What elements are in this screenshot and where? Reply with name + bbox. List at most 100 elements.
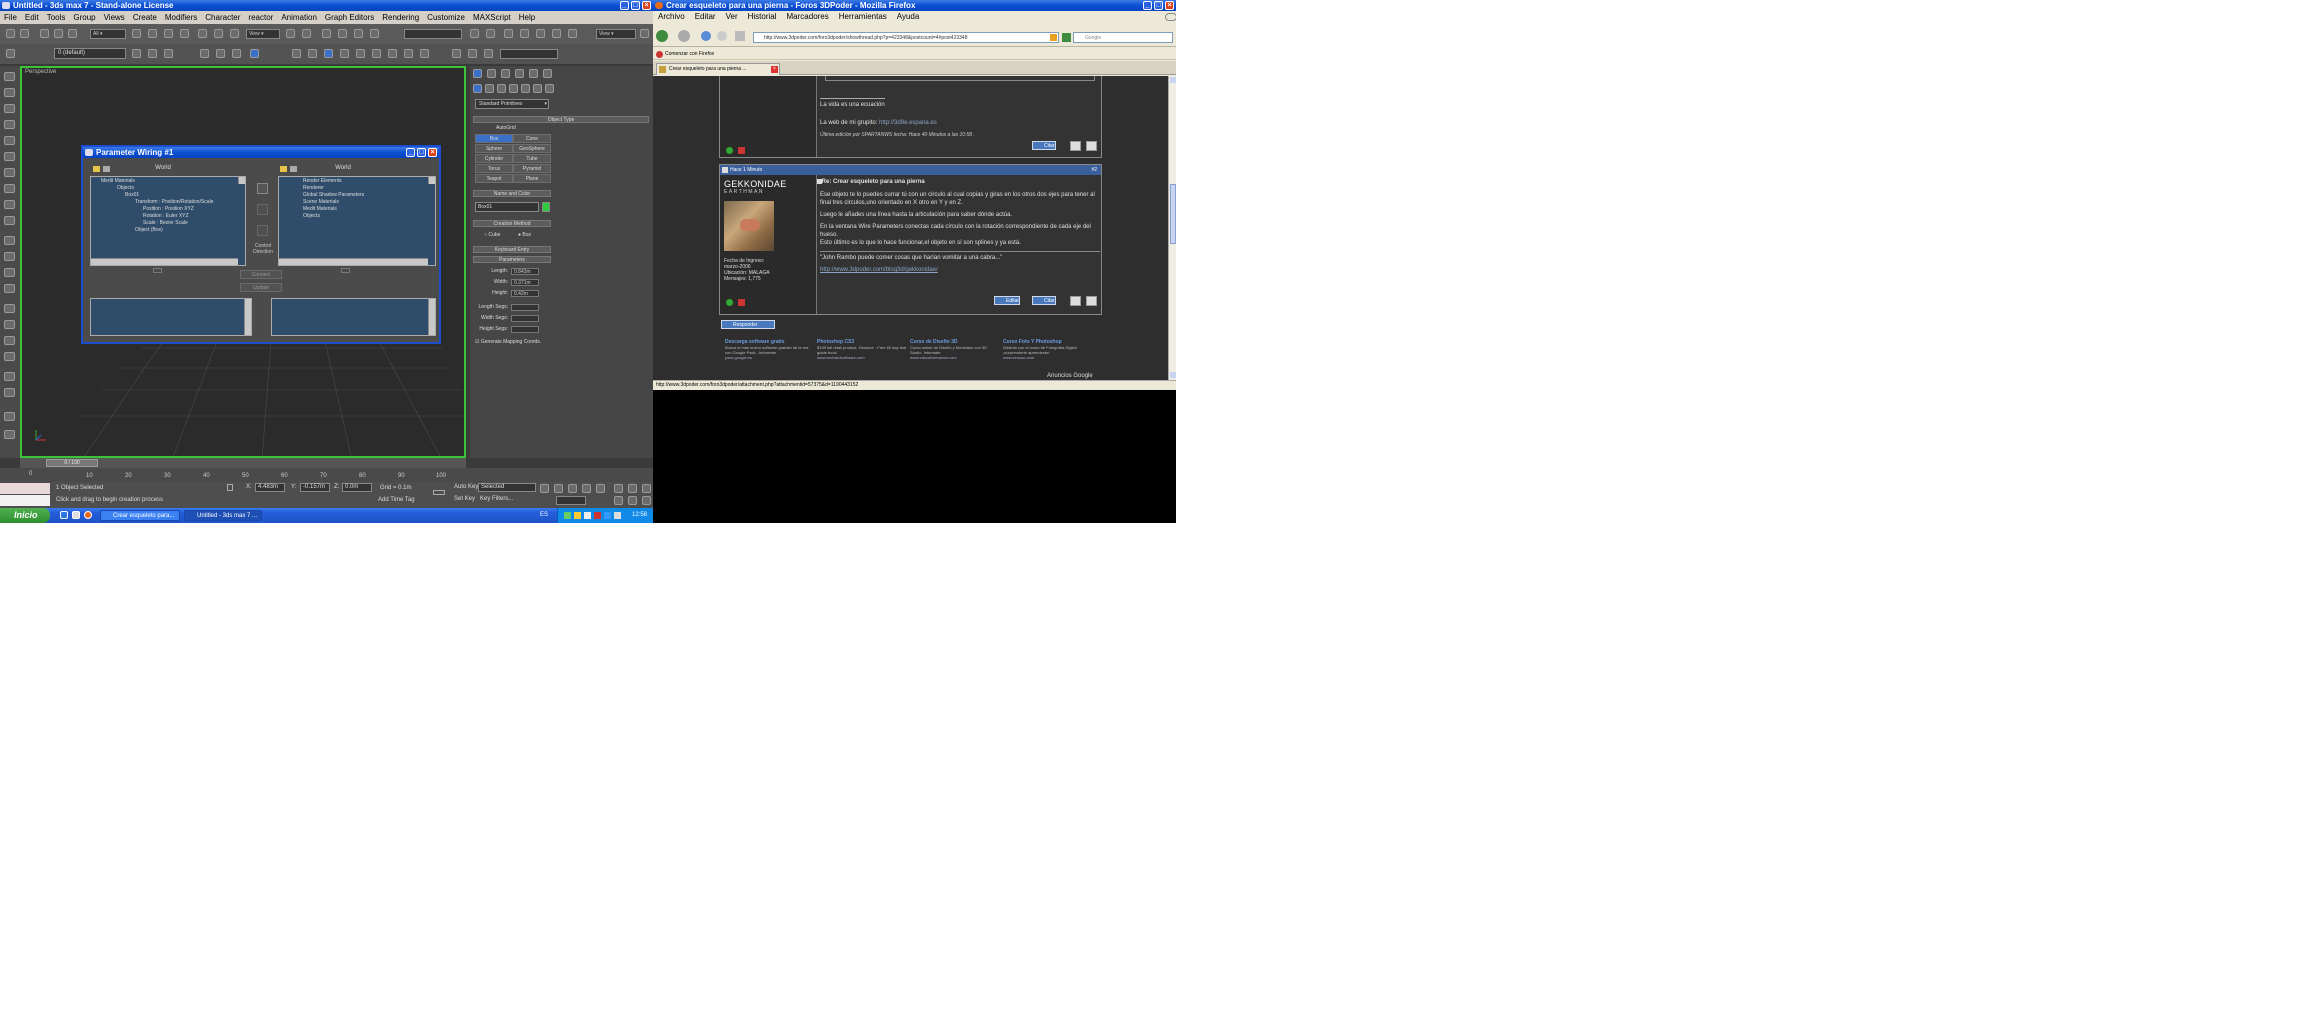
web-link[interactable]: http://3d9e.espana.es (879, 120, 937, 126)
multiquote-icon[interactable] (1070, 141, 1081, 151)
scroll-down-icon[interactable] (1170, 372, 1176, 378)
object-name-field[interactable]: Box01 (475, 202, 539, 212)
menu-views[interactable]: Views (100, 11, 129, 22)
category-dropdown[interactable]: Standard Primitives ▾ (475, 99, 549, 109)
menu-editar[interactable]: Editar (690, 11, 721, 22)
home-icon[interactable] (735, 31, 745, 41)
menu-historial[interactable]: Historial (743, 11, 782, 22)
x-coord-field[interactable]: 4.483m (255, 483, 285, 492)
select-scale-icon[interactable] (230, 29, 239, 38)
left-folder-icon[interactable] (93, 166, 100, 172)
user-avatar[interactable] (724, 201, 774, 251)
ad-url[interactable]: www.educaformacion.com (910, 355, 957, 360)
geometry-icon[interactable] (473, 84, 482, 93)
ad-url[interactable]: pack.google.es (725, 355, 752, 360)
rss-icon[interactable] (1050, 34, 1057, 41)
render-type-dropdown[interactable]: View ▾ (596, 29, 636, 39)
close-icon[interactable]: × (642, 1, 651, 10)
pw-close-icon[interactable]: × (428, 148, 437, 157)
tree-item[interactable]: Box01 (95, 192, 245, 199)
name-color-rollout[interactable]: Name and Color (473, 190, 551, 197)
start-button[interactable]: Inicio (0, 508, 50, 523)
modify-tab-icon[interactable] (487, 69, 496, 78)
torus-button[interactable]: Torus (475, 164, 513, 173)
side-tool-icon-20[interactable] (4, 388, 15, 397)
selection-filter-dropdown[interactable]: All ▾ (90, 29, 126, 39)
left-expression-box[interactable] (90, 298, 252, 336)
angle-snap-icon[interactable] (338, 29, 347, 38)
menu-animation[interactable]: Animation (277, 11, 321, 22)
arrow-right-icon[interactable] (257, 183, 268, 194)
character-icon-1[interactable] (452, 49, 461, 58)
side-tool-icon-15[interactable] (4, 304, 15, 313)
tree-item[interactable]: Transform : Position/Rotation/Scale (95, 199, 245, 206)
hierarchy-tab-icon[interactable] (501, 69, 510, 78)
menu-maxscript[interactable]: MAXScript (469, 11, 515, 22)
tree-item[interactable]: Objects (283, 213, 435, 220)
ff-close-icon[interactable]: × (1165, 1, 1174, 10)
zoom-all-icon[interactable] (628, 484, 637, 493)
box-button[interactable]: Box (475, 134, 513, 143)
lights-icon[interactable] (497, 84, 506, 93)
cone-button[interactable]: Cone (513, 134, 551, 143)
cube-radio[interactable]: ○ Cube (484, 232, 500, 238)
update-button[interactable]: Update (240, 283, 282, 292)
pivot-center-icon[interactable] (286, 29, 295, 38)
stop-icon[interactable] (717, 31, 727, 41)
select-by-name-icon[interactable] (148, 29, 157, 38)
select-layer-icon[interactable] (164, 49, 173, 58)
redo-icon[interactable] (20, 29, 29, 38)
arrow-left-icon[interactable] (257, 204, 268, 215)
motion-tab-icon[interactable] (515, 69, 524, 78)
next-frame-icon[interactable] (582, 484, 591, 493)
menu-rendering[interactable]: Rendering (378, 11, 423, 22)
character-dropdown[interactable] (500, 49, 558, 59)
tree-item[interactable]: Medit Materials (283, 206, 435, 213)
axis-x-icon[interactable] (200, 49, 209, 58)
utilities-tab-icon[interactable] (543, 69, 552, 78)
left-tree-hscroll[interactable] (91, 258, 238, 265)
select-rotate-icon[interactable] (214, 29, 223, 38)
reactor-icon-7[interactable] (388, 49, 397, 58)
create-tab-icon[interactable] (473, 69, 482, 78)
menu-create[interactable]: Create (129, 11, 161, 22)
reactor-icon-2[interactable] (308, 49, 317, 58)
connect-button[interactable]: Connect (240, 270, 282, 279)
geosphere-button[interactable]: GeoSphere (513, 144, 551, 153)
ad-block[interactable]: Photoshop CS3 $139 full retail product. G… (817, 340, 907, 361)
zoom-extents-icon[interactable] (642, 484, 651, 493)
tree-item[interactable]: Scale : Bezier Scale (95, 220, 245, 227)
ff-minimize-icon[interactable]: _ (1143, 1, 1152, 10)
multiquote-icon[interactable] (1070, 296, 1081, 306)
reactor-icon-8[interactable] (404, 49, 413, 58)
render-scene-icon[interactable] (568, 29, 577, 38)
tray-icon[interactable] (604, 512, 611, 519)
reactor-icon-4[interactable] (340, 49, 349, 58)
quick-reply-icon[interactable] (1086, 296, 1097, 306)
side-tool-icon-4[interactable] (4, 120, 15, 129)
tab-close-icon[interactable]: × (771, 66, 778, 73)
y-coord-field[interactable]: -0.157m (300, 483, 330, 492)
key-filters-button[interactable]: Key Filters... (480, 496, 513, 502)
window-crossing-icon[interactable] (180, 29, 189, 38)
tray-icon[interactable] (574, 512, 581, 519)
orbit-icon[interactable] (642, 496, 651, 505)
cylinder-button[interactable]: Cylinder (475, 154, 513, 163)
left-tree[interactable]: Medit Materials Objects Box01 Transform … (90, 176, 246, 266)
ff-maximize-icon[interactable]: □ (1154, 1, 1163, 10)
side-tool-icon-17[interactable] (4, 336, 15, 345)
width-segs-field[interactable] (511, 315, 539, 322)
create-layer-icon[interactable] (132, 49, 141, 58)
axis-z-icon[interactable] (232, 49, 241, 58)
key-icon[interactable] (433, 490, 445, 495)
track-bar[interactable]: 0 10 20 30 40 50 60 70 80 90 100 (0, 468, 653, 482)
menu-herramientas[interactable]: Herramientas (834, 11, 892, 22)
right-tree-vscroll[interactable] (428, 177, 435, 184)
ad-block[interactable]: Curso Foto Y Photoshop Disfruta con el cu… (1003, 340, 1093, 361)
search-box[interactable]: Google (1073, 32, 1173, 43)
cameras-icon[interactable] (509, 84, 518, 93)
keyboard-entry-rollout[interactable]: Keyboard Entry (473, 246, 551, 253)
auto-key-button[interactable]: Auto Key (454, 484, 478, 490)
task-3dsmax[interactable]: Untitled - 3ds max 7 ... (184, 510, 262, 521)
tree-item[interactable]: Object (Box) (95, 227, 245, 234)
